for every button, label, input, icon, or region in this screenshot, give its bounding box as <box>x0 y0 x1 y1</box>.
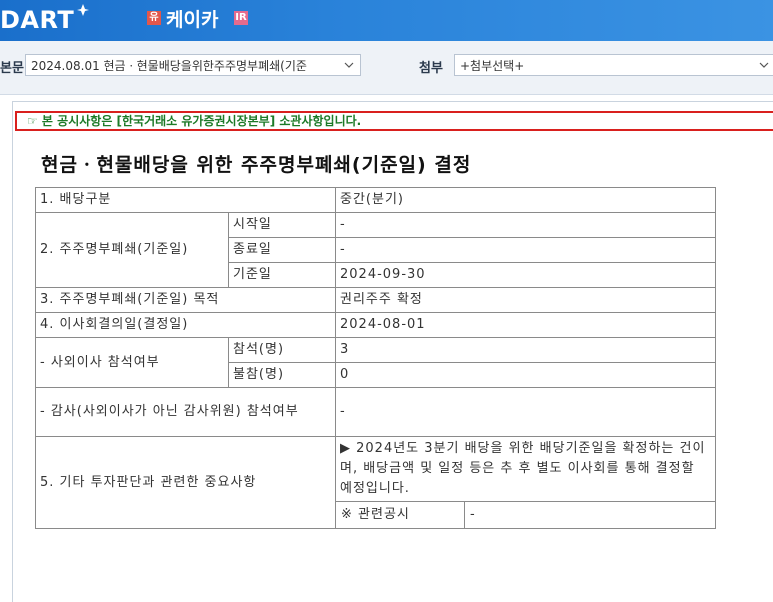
table-row: 2. 주주명부폐쇄(기준일) 시작일 - <box>35 212 716 288</box>
chevron-down-icon <box>344 62 354 68</box>
table-row: 1. 배당구분 중간(분기) <box>35 187 716 213</box>
market-badge: 유 <box>147 11 161 25</box>
row-value: 2024-09-30 <box>335 262 716 288</box>
row-sublabel: 불참(명) <box>228 362 336 388</box>
report-select-value: 2024.08.01 현금ㆍ현물배당을위한주주명부폐쇄(기준 <box>31 59 307 73</box>
row-label: 1. 배당구분 <box>35 187 336 213</box>
row-label: 4. 이사회결의일(결정일) <box>35 312 336 338</box>
related-disclosure-label: ※ 관련공시 <box>336 502 465 528</box>
table-row: - 사외이사 참석여부 참석(명) 3 <box>35 337 716 388</box>
report-select-label: 본문 <box>0 61 24 76</box>
row-label: 5. 기타 투자판단과 관련한 중요사항 <box>35 436 336 529</box>
row-value: - <box>335 237 716 263</box>
row-sublabel: 종료일 <box>228 237 336 263</box>
row-value: 권리주주 확정 <box>335 287 716 313</box>
disclosure-table: 1. 배당구분 중간(분기) 2. 주주명부폐쇄(기준일) 시작일 - 종료일 … <box>35 187 716 529</box>
row-label: 3. 주주명부폐쇄(기준일) 목적 <box>35 287 336 313</box>
row-value: - <box>335 212 716 238</box>
row-value: 중간(분기) <box>335 187 716 213</box>
logo-swoosh-icon <box>77 4 90 16</box>
chevron-down-icon <box>759 62 769 68</box>
company-name[interactable]: 케이카 <box>166 6 218 34</box>
row-label: - 사외이사 참석여부 <box>35 337 229 388</box>
table-row: 4. 이사회결의일(결정일) 2024-08-01 <box>35 312 716 338</box>
row-value: 3 <box>335 337 716 363</box>
dart-logo-text: DART <box>0 6 75 34</box>
row-value-group: ▶ 2024년도 3분기 배당을 위한 배당기준일을 확정하는 건이며, 배당금… <box>335 436 716 529</box>
row-sublabel: 기준일 <box>228 262 336 288</box>
row-value: 0 <box>335 362 716 388</box>
row-value: ▶ 2024년도 3분기 배당을 위한 배당기준일을 확정하는 건이며, 배당금… <box>336 437 715 502</box>
table-row: 3. 주주명부폐쇄(기준일) 목적 권리주주 확정 <box>35 287 716 313</box>
attach-select-value: +첨부선택+ <box>460 59 525 73</box>
dart-logo[interactable]: DART <box>0 4 90 35</box>
document-title: 현금ㆍ현물배당을 위한 주주명부폐쇄(기준일) 결정 <box>41 154 472 176</box>
notice-banner: ☞ 본 공시사항은 [한국거래소 유가증권시장본부] 소관사항입니다. <box>15 111 773 131</box>
row-label: 2. 주주명부폐쇄(기준일) <box>35 212 229 288</box>
report-select[interactable]: 2024.08.01 현금ㆍ현물배당을위한주주명부폐쇄(기준 <box>25 54 361 76</box>
attach-select-label: 첨부 <box>419 61 443 76</box>
table-row: - 감사(사외이사가 아닌 감사위원) 참석여부 - <box>35 387 716 437</box>
top-header: DART 유 케이카 IR <box>0 0 773 41</box>
row-value: 2024-08-01 <box>335 312 716 338</box>
ir-badge[interactable]: IR <box>234 11 248 25</box>
row-sublabel: 참석(명) <box>228 337 336 363</box>
table-row: 5. 기타 투자판단과 관련한 중요사항 ▶ 2024년도 3분기 배당을 위한… <box>35 436 716 529</box>
related-disclosure-value: - <box>470 507 476 522</box>
row-sublabel: 시작일 <box>228 212 336 238</box>
related-disclosure-table: ※ 관련공시 - <box>336 502 715 528</box>
row-label: - 감사(사외이사가 아닌 감사위원) 참석여부 <box>35 387 336 437</box>
row-value: - <box>335 387 716 437</box>
attach-select[interactable]: +첨부선택+ <box>454 54 773 76</box>
